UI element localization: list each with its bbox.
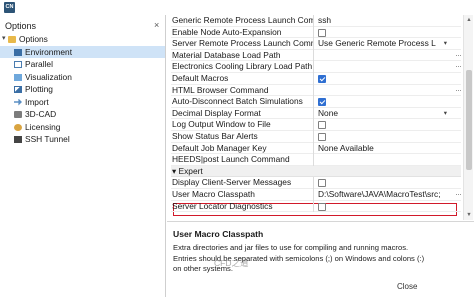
property-checkbox[interactable] [318, 132, 326, 141]
property-value[interactable]: Use Generic Remote Process L [318, 38, 436, 48]
property-checkbox[interactable] [318, 179, 326, 188]
property-row-generic-remote-process-launch-command[interactable]: Generic Remote Process Launch Command ssh [171, 15, 461, 27]
options-tree: ▾ Options Environment Parallel Visualization… [0, 33, 165, 146]
properties-panel: Generic Remote Process Launch Command ssh… [167, 15, 474, 297]
property-row-default-job-manager-key[interactable]: Default Job Manager Key None Available [171, 142, 461, 155]
environment-icon [14, 48, 22, 56]
tree-item-label: Import [25, 96, 49, 107]
browse-button[interactable]: ... [454, 51, 463, 60]
property-name: Auto-Disconnect Batch Simulations [172, 96, 314, 108]
property-checkbox[interactable] [318, 121, 326, 130]
property-name: Server Remote Process Launch Command [172, 38, 314, 50]
options-panel: Options × ▾ Options Environment Parallel Vis… [0, 15, 166, 297]
property-row-log-output-window-to-file[interactable]: Log Output Window to File [171, 119, 461, 131]
description-text: Extra directories and jar files to use f… [173, 243, 425, 274]
tree-item-3d-cad[interactable]: 3D-CAD [0, 108, 165, 121]
app-logo-icon: CN [4, 2, 15, 13]
close-button[interactable]: Close [397, 282, 417, 291]
property-name: Enable Node Auto-Expansion [172, 26, 314, 39]
expand-caret-icon[interactable]: ▾ [2, 33, 6, 46]
import-icon [14, 98, 22, 106]
scroll-thumb[interactable] [466, 70, 472, 170]
property-name: Generic Remote Process Launch Command [172, 15, 314, 27]
property-row-html-browser-command[interactable]: HTML Browser Command... [171, 84, 463, 97]
tree-item-environment[interactable]: Environment [0, 45, 165, 58]
property-row-decimal-display-format[interactable]: Decimal Display Format None ▾ [171, 107, 461, 120]
property-name: HEEDS|post Launch Command [172, 154, 314, 166]
property-checkbox[interactable] [318, 202, 326, 211]
tree-item-label: Licensing [25, 121, 61, 132]
tree-item-parallel[interactable]: Parallel [0, 58, 165, 71]
tree-item-label: Environment [25, 46, 73, 57]
property-row-display-client-server-messages[interactable]: Display Client-Server Messages [171, 177, 461, 189]
property-name: Server Locator Diagnostics [172, 200, 314, 213]
property-checkbox[interactable] [318, 98, 326, 107]
dropdown-arrow-icon[interactable]: ▾ [444, 38, 447, 50]
browse-button[interactable]: ... [454, 62, 463, 71]
property-checkbox[interactable] [318, 28, 326, 37]
property-row-server-remote-process-launch-command[interactable]: Server Remote Process Launch Command Use … [171, 38, 461, 50]
parallel-icon [14, 61, 22, 68]
property-value[interactable]: ssh [318, 15, 331, 25]
property-value[interactable]: D:\Software\JAVA\MacroTest\src; [318, 189, 441, 199]
property-name: HTML Browser Command [172, 84, 314, 97]
scroll-down-icon[interactable]: ▼ [465, 211, 473, 219]
tree-item-label: Options [19, 34, 48, 44]
licensing-icon [14, 123, 22, 131]
property-grid: Generic Remote Process Launch Command ssh… [171, 15, 463, 216]
property-name: User Macro Classpath [172, 188, 314, 201]
property-name: Show Status Bar Alerts [172, 130, 314, 143]
visualization-icon [14, 73, 22, 81]
property-name: Display Client-Server Messages [172, 177, 314, 189]
property-row-enable-node-auto-expansion[interactable]: Enable Node Auto-Expansion [171, 26, 461, 39]
property-row-electronics-cooling-library-load-path[interactable]: Electronics Cooling Library Load Path... [171, 61, 461, 73]
property-row-server-locator-diagnostics[interactable]: Server Locator Diagnostics [171, 200, 461, 213]
watermark: CFD之道 [214, 258, 249, 268]
browse-button[interactable]: ... [454, 86, 463, 95]
property-value[interactable]: None [318, 108, 338, 118]
category-label: Expert [178, 165, 203, 176]
options-panel-title: Options [5, 21, 37, 31]
tree-item-folder[interactable]: ▾ Options [0, 33, 165, 46]
property-scrollbar[interactable]: ▲ ▼ [463, 15, 473, 220]
property-name: Material Database Load Path [172, 49, 314, 62]
property-value[interactable]: None Available [318, 143, 374, 153]
dropdown-arrow-icon[interactable]: ▾ [444, 108, 447, 120]
tree-item-label: Visualization [25, 71, 72, 82]
panel-close-icon[interactable]: × [154, 20, 159, 30]
property-name: Decimal Display Format [172, 107, 314, 120]
property-name: Default Job Manager Key [172, 142, 314, 155]
property-name: Electronics Cooling Library Load Path [172, 61, 314, 73]
folder-icon [8, 36, 16, 43]
property-row-default-macros[interactable]: Default Macros [171, 72, 461, 85]
property-row-material-database-load-path[interactable]: Material Database Load Path... [171, 49, 463, 62]
tree-item-label: SSH Tunnel [25, 134, 70, 144]
tree-item-label: 3D-CAD [25, 109, 57, 119]
title-bar: CN [0, 0, 474, 15]
property-row-auto-disconnect-batch-simulations[interactable]: Auto-Disconnect Batch Simulations [171, 96, 461, 108]
property-checkbox[interactable] [318, 74, 326, 83]
3d-cad-icon [14, 111, 22, 118]
tree-item-label: Plotting [25, 84, 53, 94]
browse-button[interactable]: ... [454, 190, 463, 199]
tree-item-licensing[interactable]: Licensing [0, 121, 165, 134]
property-row-user-macro-classpath[interactable]: User Macro Classpath D:\Software\JAVA\Mac… [171, 188, 463, 201]
tree-item-visualization[interactable]: Visualization [0, 71, 165, 84]
property-name: Default Macros [172, 72, 314, 85]
description-title: User Macro Classpath [173, 229, 264, 239]
tree-item-label: Parallel [25, 59, 53, 69]
scroll-up-icon[interactable]: ▲ [465, 16, 473, 24]
tree-item-import[interactable]: Import [0, 96, 165, 109]
ssh-tunnel-icon [14, 136, 22, 143]
property-row-heeds-post-launch-command[interactable]: HEEDS|post Launch Command [171, 154, 461, 166]
tree-item-ssh-tunnel[interactable]: SSH Tunnel [0, 133, 165, 146]
property-row-show-status-bar-alerts[interactable]: Show Status Bar Alerts [171, 130, 461, 143]
category-expert[interactable]: ▾ Expert [171, 165, 461, 178]
property-name: Log Output Window to File [172, 119, 314, 131]
tree-item-plotting[interactable]: Plotting [0, 83, 165, 96]
plotting-icon [14, 86, 22, 93]
